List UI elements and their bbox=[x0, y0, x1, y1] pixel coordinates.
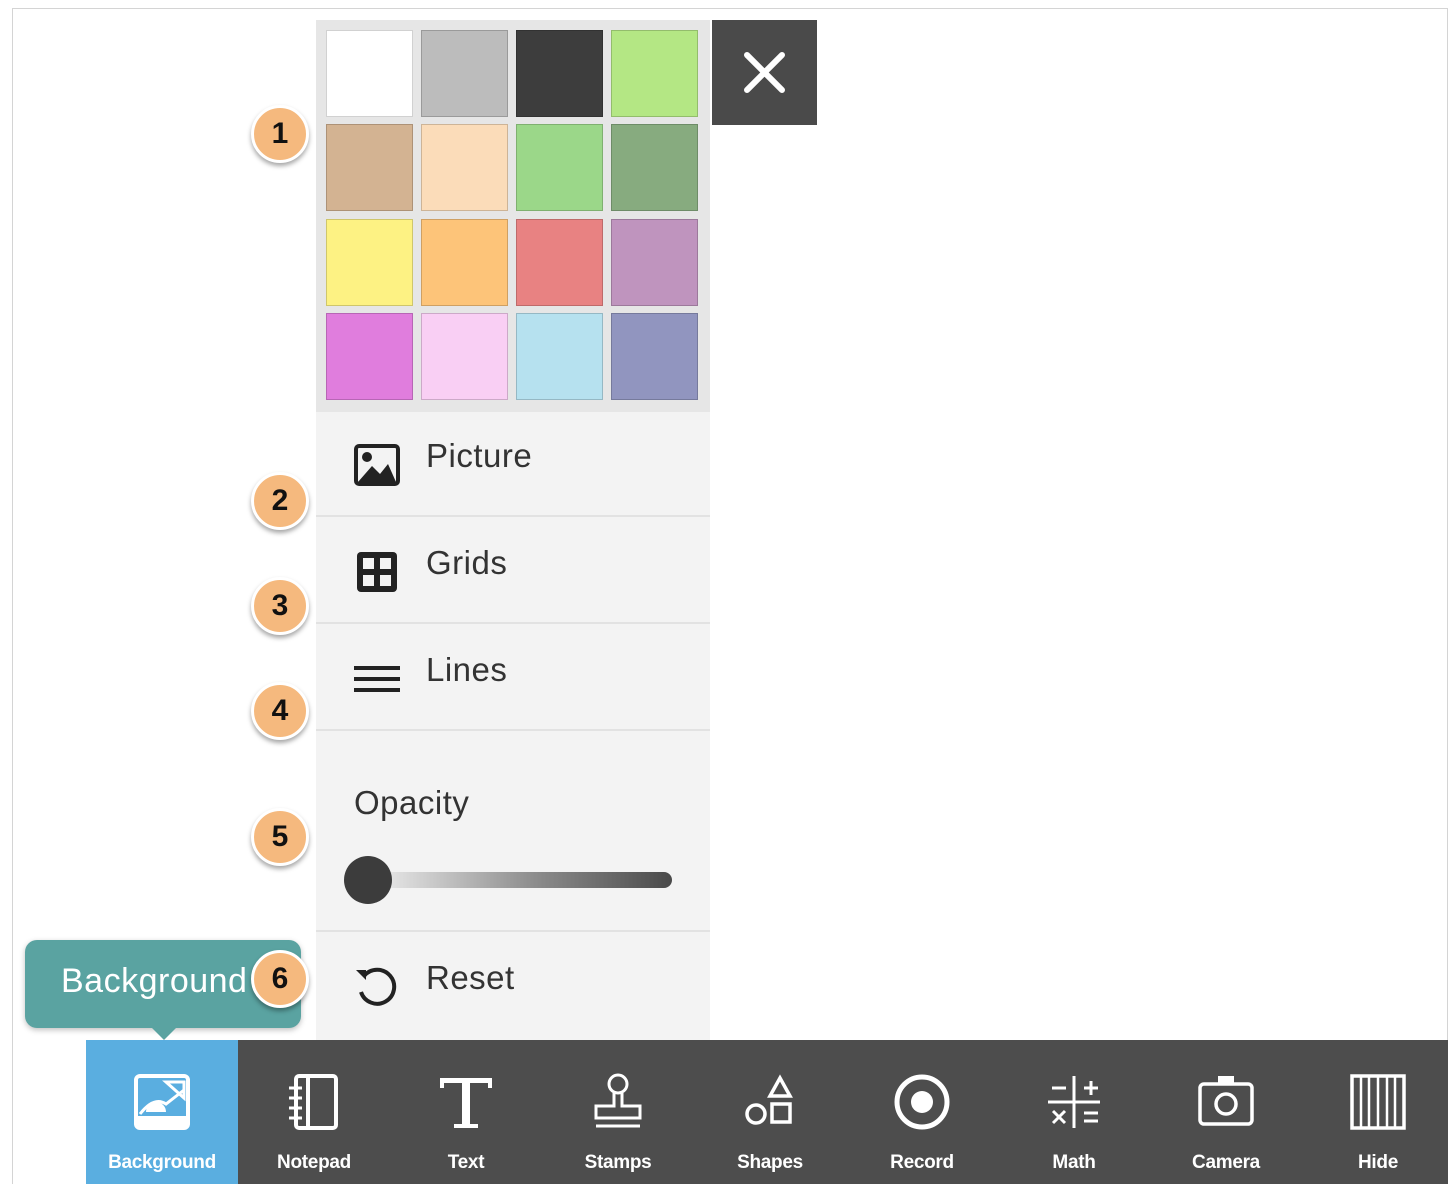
grids-label: Grids bbox=[426, 544, 508, 581]
color-swatch[interactable] bbox=[421, 219, 508, 306]
opacity-slider[interactable] bbox=[344, 856, 672, 904]
color-swatch[interactable] bbox=[326, 219, 413, 306]
picture-icon bbox=[354, 444, 400, 486]
tool-label: Hide bbox=[1358, 1152, 1398, 1173]
opacity-label: Opacity bbox=[354, 784, 470, 821]
text-icon bbox=[440, 1078, 492, 1128]
lines-label: Lines bbox=[426, 651, 508, 688]
background-icon bbox=[134, 1074, 190, 1130]
tool-shapes[interactable]: Shapes bbox=[694, 1040, 846, 1184]
picture-label: Picture bbox=[426, 437, 533, 474]
tool-text[interactable]: Text bbox=[390, 1040, 542, 1184]
color-swatch[interactable] bbox=[611, 30, 698, 117]
opacity-control: Opacity bbox=[316, 732, 710, 932]
color-swatch[interactable] bbox=[516, 313, 603, 400]
color-swatch[interactable] bbox=[421, 313, 508, 400]
tool-label: Text bbox=[447, 1152, 485, 1173]
tool-label: Stamps bbox=[584, 1152, 652, 1173]
color-swatch[interactable] bbox=[516, 30, 603, 117]
color-swatch[interactable] bbox=[516, 219, 603, 306]
reset-option[interactable]: Reset bbox=[316, 934, 710, 1039]
color-swatch[interactable] bbox=[421, 30, 508, 117]
close-button[interactable] bbox=[712, 20, 817, 125]
tool-label: Math bbox=[1052, 1152, 1096, 1173]
callout-badge-6: 6 bbox=[251, 950, 309, 1008]
bottom-toolbar: Background Notepad Text Stamps Shapes Re… bbox=[86, 1040, 1448, 1184]
color-swatch-grid bbox=[316, 20, 710, 412]
lines-icon bbox=[354, 666, 400, 692]
tool-hide[interactable]: Hide bbox=[1302, 1040, 1454, 1184]
grids-option[interactable]: Grids bbox=[316, 519, 710, 624]
color-swatch[interactable] bbox=[326, 313, 413, 400]
lines-option[interactable]: Lines bbox=[316, 626, 710, 731]
shapes-icon bbox=[745, 1074, 793, 1125]
reset-icon bbox=[356, 967, 397, 1006]
color-swatch[interactable] bbox=[611, 124, 698, 211]
tool-stamps[interactable]: Stamps bbox=[542, 1040, 694, 1184]
tool-notepad[interactable]: Notepad bbox=[238, 1040, 390, 1184]
callout-badge-4: 4 bbox=[251, 682, 309, 740]
color-swatch[interactable] bbox=[611, 313, 698, 400]
tool-camera[interactable]: Camera bbox=[1150, 1040, 1302, 1184]
callout-badge-5: 5 bbox=[251, 808, 309, 866]
tool-label: Notepad bbox=[277, 1152, 351, 1173]
color-swatch[interactable] bbox=[611, 219, 698, 306]
callout-badge-3: 3 bbox=[251, 577, 309, 635]
tooltip-arrow bbox=[150, 1026, 178, 1040]
record-icon bbox=[894, 1074, 950, 1130]
callout-badge-2: 2 bbox=[251, 472, 309, 530]
stamp-icon bbox=[594, 1073, 642, 1128]
tool-math[interactable]: Math bbox=[998, 1040, 1150, 1184]
hide-icon bbox=[1350, 1074, 1406, 1130]
color-swatch[interactable] bbox=[516, 124, 603, 211]
grid-icon bbox=[357, 552, 397, 592]
close-icon bbox=[744, 52, 785, 93]
camera-icon bbox=[1198, 1076, 1254, 1126]
tooltip-text: Background bbox=[61, 962, 248, 1000]
math-icon bbox=[1048, 1076, 1100, 1128]
tool-background[interactable]: Background bbox=[86, 1040, 238, 1184]
tool-label: Record bbox=[890, 1152, 954, 1173]
tool-label: Background bbox=[108, 1152, 216, 1173]
reset-label: Reset bbox=[426, 959, 515, 996]
tool-label: Camera bbox=[1192, 1152, 1260, 1173]
color-swatch[interactable] bbox=[326, 30, 413, 117]
notepad-icon bbox=[289, 1074, 338, 1130]
tool-record[interactable]: Record bbox=[846, 1040, 998, 1184]
background-panel: Picture Grids Lines Opacity Reset bbox=[316, 20, 710, 1042]
color-swatch[interactable] bbox=[326, 124, 413, 211]
tool-label: Shapes bbox=[737, 1152, 803, 1173]
picture-option[interactable]: Picture bbox=[316, 412, 710, 517]
opacity-slider-thumb[interactable] bbox=[344, 856, 392, 904]
callout-badge-1: 1 bbox=[251, 105, 309, 163]
color-swatch[interactable] bbox=[421, 124, 508, 211]
